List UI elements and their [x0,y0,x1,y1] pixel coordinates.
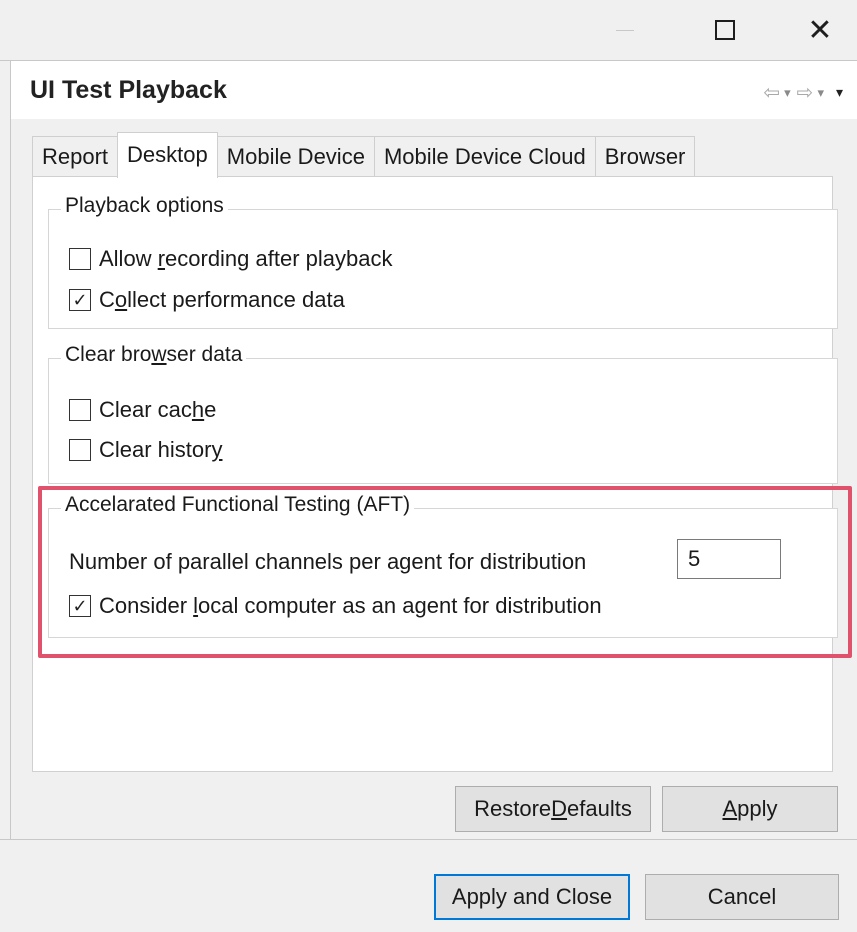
allow-recording-label: Allow recording after playback [99,246,393,271]
close-icon: ✕ [807,13,833,47]
clear-browser-data-group: Clear browser data Clear cache Clear his… [48,343,838,484]
maximize-button[interactable] [700,10,750,50]
forward-dropdown-icon[interactable]: ▾ [817,85,824,101]
clear-history-option[interactable]: Clear history [69,437,222,463]
collect-performance-label: Collect performance data [99,287,345,312]
tab-mobile-device[interactable]: Mobile Device [216,136,375,176]
cancel-button[interactable]: Cancel [645,874,839,920]
back-arrow-icon[interactable]: ⇦ [763,80,780,105]
forward-arrow-icon[interactable]: ⇨ [797,80,814,105]
allow-recording-checkbox[interactable] [69,248,91,270]
collect-performance-option[interactable]: ✓ Collect performance data [69,287,345,313]
clear-browser-data-legend: Clear browser data [61,343,247,367]
minimize-button[interactable] [600,10,650,50]
tab-report[interactable]: Report [32,136,119,176]
apply-button[interactable]: Apply [662,786,838,832]
history-nav: ⇦ ▾ ⇨ ▾ ▾ [763,80,843,105]
playback-options-legend: Playback options [61,194,228,218]
check-icon: ✓ [72,290,88,310]
playback-options-group: Playback options Allow recording after p… [48,194,838,329]
back-dropdown-icon[interactable]: ▾ [784,85,791,101]
close-button[interactable]: ✕ [795,10,845,50]
clear-history-checkbox[interactable] [69,439,91,461]
tab-mobile-device-cloud[interactable]: Mobile Device Cloud [373,136,596,176]
apply-and-close-button[interactable]: Apply and Close [434,874,630,920]
clear-cache-checkbox[interactable] [69,399,91,421]
restore-defaults-button[interactable]: Restore Defaults [455,786,651,832]
tab-browser[interactable]: Browser [594,136,696,176]
view-menu-icon[interactable]: ▾ [836,84,843,101]
tab-strip: Report Desktop Mobile Device Mobile Devi… [32,132,696,178]
clear-cache-label: Clear cache [99,397,217,422]
allow-recording-option[interactable]: Allow recording after playback [69,246,392,272]
collect-performance-checkbox[interactable]: ✓ [69,289,91,311]
clear-history-label: Clear history [99,437,223,462]
desktop-tab-panel: Playback options Allow recording after p… [32,176,838,772]
tab-desktop[interactable]: Desktop [117,132,218,178]
window-divider-bottom [0,839,857,840]
maximize-icon [715,20,735,40]
aft-highlight-box [38,486,852,658]
clear-cache-option[interactable]: Clear cache [69,397,216,423]
minimize-icon [616,29,634,31]
page-title: UI Test Playback [30,76,227,104]
